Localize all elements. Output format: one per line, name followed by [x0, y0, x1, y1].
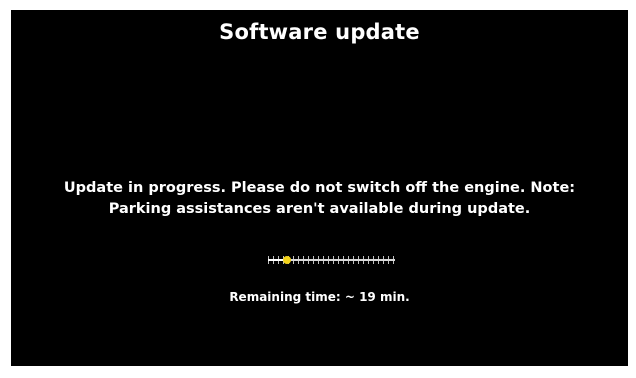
update-message: Update in progress. Please do not switch… — [11, 178, 628, 220]
progress-bar — [268, 256, 395, 264]
message-line-2: Parking assistances aren't available dur… — [108, 201, 531, 217]
page-title: Software update — [219, 20, 420, 44]
progress-knob — [283, 256, 292, 264]
update-screen: Software update Update in progress. Plea… — [11, 10, 628, 366]
message-line-1: Update in progress. Please do not switch… — [63, 180, 576, 196]
remaining-time: Remaining time: ~ 19 min. — [229, 290, 410, 304]
